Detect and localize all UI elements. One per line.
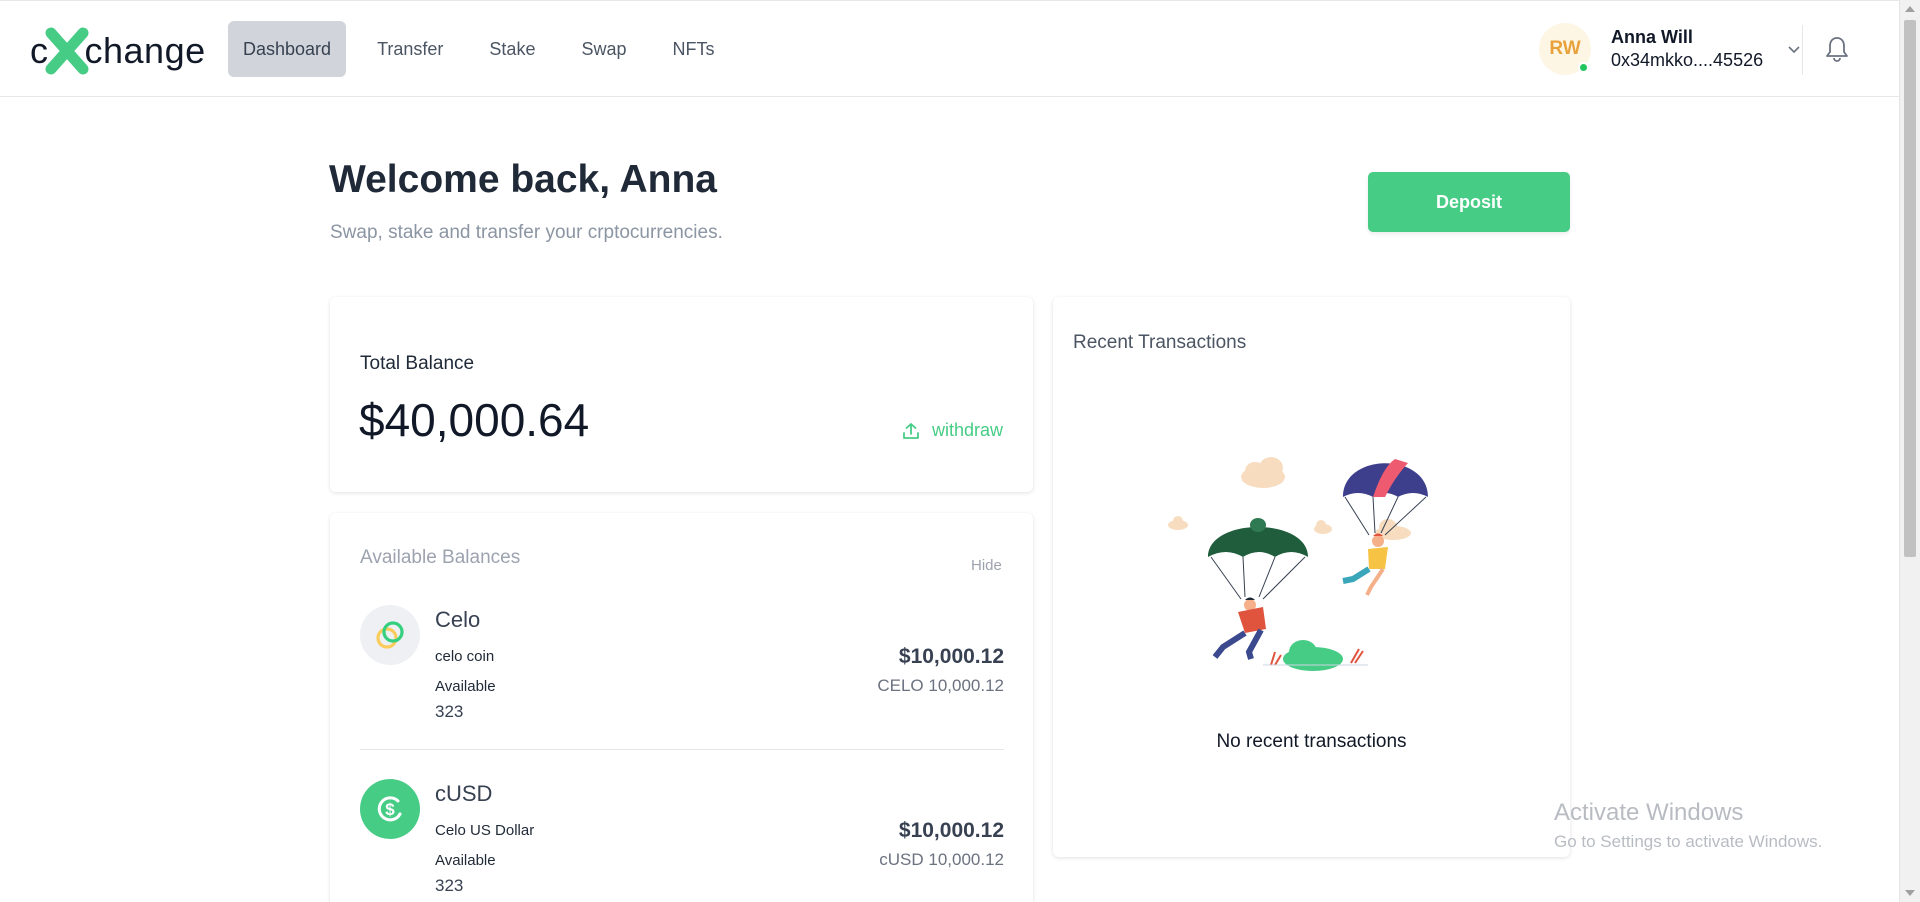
user-menu[interactable]: RW Anna Will 0x34mkko....45526 bbox=[1539, 23, 1801, 75]
scroll-down-arrow-icon[interactable] bbox=[1905, 890, 1915, 896]
user-info: Anna Will 0x34mkko....45526 bbox=[1611, 26, 1763, 73]
chevron-down-icon[interactable] bbox=[1787, 42, 1801, 56]
page-subtitle: Swap, stake and transfer your crptocurre… bbox=[330, 222, 723, 243]
top-navbar: c change Dashboard Transfer Stake Swap N… bbox=[0, 0, 1899, 97]
activation-watermark-subtitle: Go to Settings to activate Windows. bbox=[1554, 832, 1823, 851]
withdraw-label: withdraw bbox=[932, 420, 1004, 440]
avatar: RW bbox=[1539, 23, 1591, 75]
withdraw-link[interactable]: withdraw bbox=[902, 420, 1003, 441]
nav-nfts[interactable]: NFTs bbox=[657, 21, 729, 77]
logo-text-right: change bbox=[84, 30, 206, 71]
available-balances-card: Available Balances Hide Celo celo coin A… bbox=[330, 513, 1033, 902]
empty-state-message: No recent transactions bbox=[1216, 731, 1407, 752]
available-balances-title: Available Balances bbox=[360, 547, 521, 568]
recent-transactions-card: Recent Transactions No recent transactio… bbox=[1053, 297, 1570, 857]
online-status-dot bbox=[1578, 62, 1589, 73]
asset-row[interactable]: $ cUSD Celo US Dollar Available 323 $10,… bbox=[360, 779, 1004, 902]
nav-swap[interactable]: Swap bbox=[566, 21, 641, 77]
celo-icon bbox=[360, 605, 420, 665]
vertical-scrollbar[interactable] bbox=[1899, 0, 1920, 902]
parachute-illustration bbox=[1168, 457, 1428, 671]
header-divider bbox=[1802, 25, 1803, 75]
scrollbar-thumb[interactable] bbox=[1904, 20, 1916, 557]
nav-dashboard[interactable]: Dashboard bbox=[228, 21, 347, 77]
total-balance-value: $40,000.64 bbox=[359, 394, 590, 446]
app-logo[interactable]: c change bbox=[30, 25, 206, 77]
nav-stake[interactable]: Stake bbox=[474, 21, 550, 77]
deposit-button[interactable]: Deposit bbox=[1368, 172, 1570, 232]
asset-available-value: 323 bbox=[435, 702, 464, 721]
upload-icon bbox=[903, 422, 919, 439]
asset-name: cUSD bbox=[435, 781, 493, 806]
asset-row[interactable]: Celo celo coin Available 323 $10,000.12 … bbox=[360, 605, 1004, 750]
svg-text:$: $ bbox=[385, 800, 395, 819]
scroll-up-arrow-icon[interactable] bbox=[1905, 6, 1915, 12]
avatar-initials: RW bbox=[1549, 38, 1581, 59]
main-nav: Dashboard Transfer Stake Swap NFTs bbox=[228, 21, 729, 77]
asset-usd-value: $10,000.12 bbox=[898, 819, 1004, 842]
asset-name: Celo bbox=[435, 607, 481, 632]
asset-usd-value: $10,000.12 bbox=[898, 645, 1004, 668]
asset-native-value: CELO 10,000.12 bbox=[877, 676, 1004, 695]
asset-subtitle: Celo US Dollar bbox=[435, 822, 535, 839]
logo-x-icon bbox=[45, 27, 88, 75]
asset-available-label: Available bbox=[435, 678, 496, 695]
recent-transactions-title: Recent Transactions bbox=[1073, 332, 1247, 353]
total-balance-label: Total Balance bbox=[360, 353, 475, 374]
nav-transfer[interactable]: Transfer bbox=[362, 21, 458, 77]
asset-native-value: cUSD 10,000.12 bbox=[879, 850, 1004, 869]
user-name: Anna Will bbox=[1611, 26, 1693, 47]
asset-available-value: 323 bbox=[435, 876, 464, 895]
bell-icon[interactable] bbox=[1824, 35, 1850, 63]
total-balance-card: Total Balance $40,000.64 withdraw bbox=[330, 297, 1033, 492]
page-title: Welcome back, Anna bbox=[329, 158, 717, 201]
wallet-address: 0x34mkko....45526 bbox=[1611, 50, 1764, 70]
hide-balances-link[interactable]: Hide bbox=[971, 557, 1002, 574]
asset-available-label: Available bbox=[435, 852, 496, 869]
activation-watermark-title: Activate Windows bbox=[1554, 799, 1744, 826]
asset-subtitle: celo coin bbox=[435, 648, 495, 665]
cusd-icon: $ bbox=[360, 779, 420, 839]
